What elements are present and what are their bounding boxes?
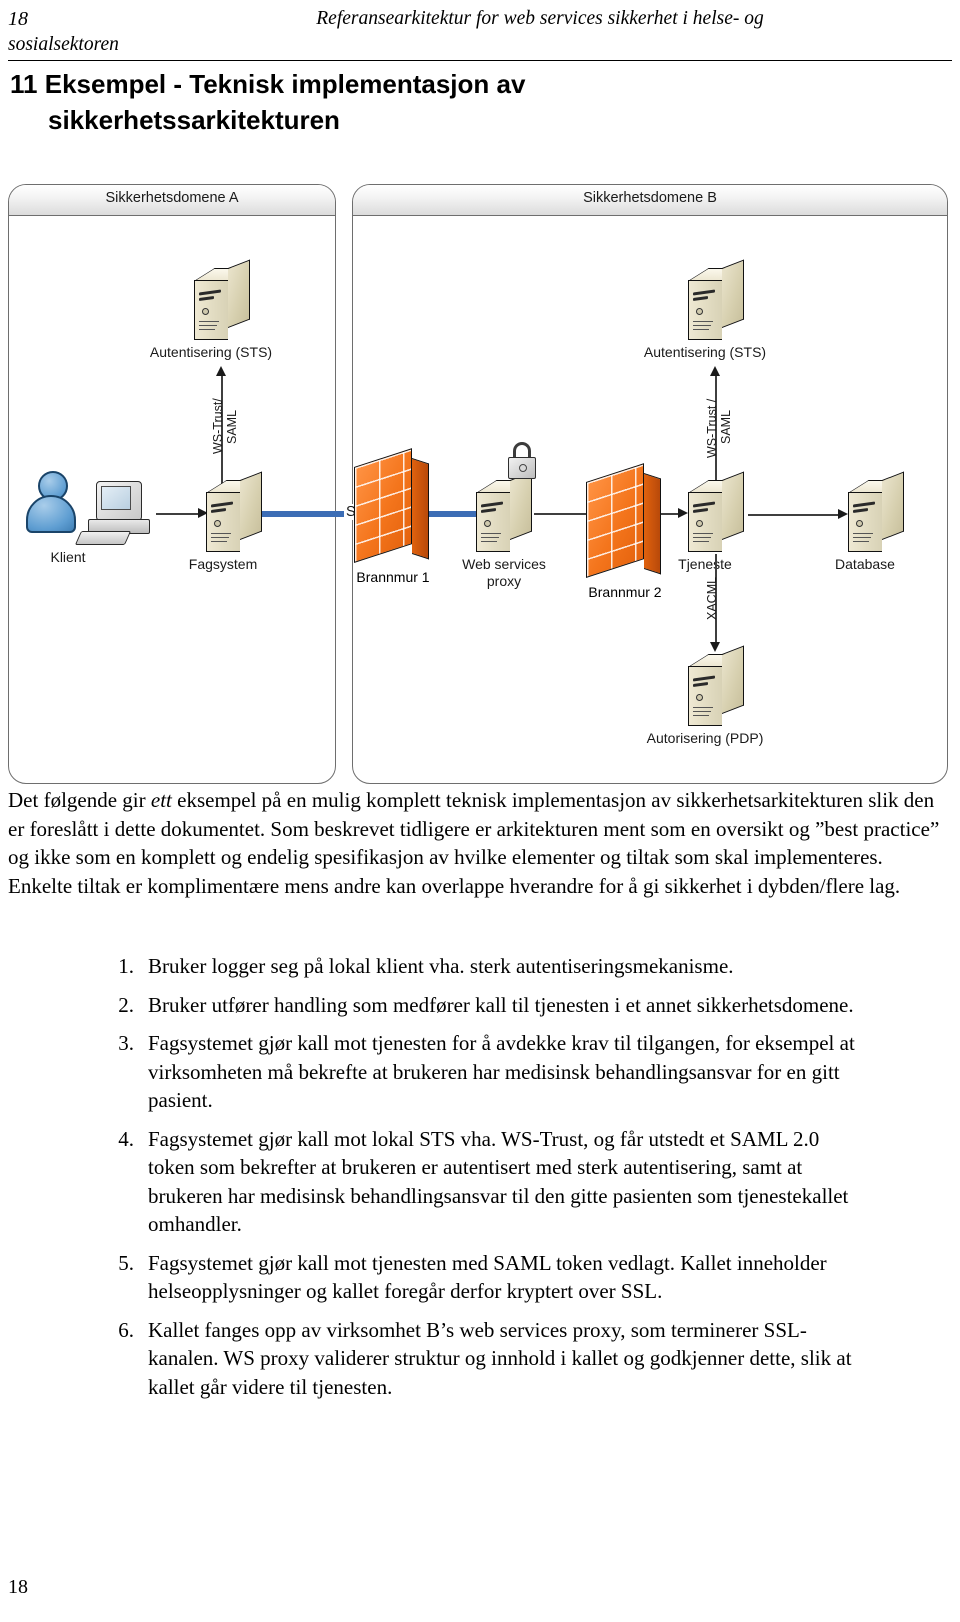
node-klient: Klient bbox=[50, 481, 156, 565]
chapter-title-line1: Eksempel - Teknisk implementasjon av bbox=[44, 69, 526, 99]
architecture-diagram: Sikkerhetsdomene A Sikkerhetsdomene B Au… bbox=[8, 184, 948, 784]
arrow-up-icon bbox=[710, 366, 720, 376]
user-person-icon bbox=[26, 471, 76, 533]
node-brannmur-2: Brannmur 2 bbox=[586, 463, 664, 600]
node-fagsystem: Fagsystem bbox=[189, 471, 262, 572]
list-item: 1. Bruker logger seg på lokal klient vha… bbox=[100, 952, 860, 981]
list-item-number: 6. bbox=[118, 1317, 134, 1342]
arrow-right-icon bbox=[678, 508, 688, 518]
list-item-number: 1. bbox=[118, 954, 134, 978]
server-icon bbox=[206, 471, 262, 552]
node-label: Web services bbox=[462, 556, 546, 572]
server-icon bbox=[688, 645, 744, 726]
header-document-title-line2: sosialsektoren bbox=[8, 34, 119, 55]
arrow-up-icon bbox=[216, 366, 226, 376]
firewall-icon bbox=[586, 463, 664, 582]
footer-page-number: 18 bbox=[8, 1576, 28, 1598]
node-database: Database bbox=[835, 471, 904, 572]
server-icon bbox=[688, 259, 744, 340]
domain-b-title: Sikkerhetsdomene B bbox=[583, 190, 717, 206]
list-item: 3. Fagsystemet gjør kall mot tjenesten f… bbox=[100, 1029, 860, 1115]
node-label: Brannmur 2 bbox=[588, 584, 662, 600]
chapter-title-line2: sikkerhetssarkitekturen bbox=[48, 105, 340, 135]
connector-tjeneste-to-database bbox=[748, 514, 840, 516]
connector-label-ws-trust-saml-b-line2: SAML bbox=[719, 409, 733, 444]
node-brannmur-1: Brannmur 1 bbox=[354, 448, 432, 585]
node-klient-person bbox=[26, 471, 76, 533]
list-item-text: Fagsystemet gjør kall mot lokal STS vha.… bbox=[148, 1126, 849, 1237]
database-server-icon bbox=[848, 471, 904, 552]
list-item: 2. Bruker utfører handling som medfører … bbox=[100, 991, 860, 1020]
node-label: Database bbox=[835, 556, 895, 572]
node-autorisering-pdp: Autorisering (PDP) bbox=[647, 645, 763, 746]
connector-klient-to-fagsystem bbox=[156, 513, 200, 515]
list-item-number: 4. bbox=[118, 1126, 134, 1151]
firewall-icon bbox=[354, 448, 432, 567]
node-autentisering-sts-b: Autentisering (STS) bbox=[644, 259, 766, 360]
connector-label-xacml: XACML bbox=[705, 576, 719, 620]
list-item-number: 5. bbox=[118, 1250, 134, 1275]
domain-a-title: Sikkerhetsdomene A bbox=[105, 190, 239, 206]
server-icon bbox=[194, 259, 250, 340]
paragraph-emphasis: ett bbox=[150, 788, 172, 812]
header-divider-rule bbox=[8, 60, 952, 61]
page-header: 18 Referansearkitektur for web services … bbox=[8, 6, 952, 62]
node-label: Autentisering (STS) bbox=[643, 344, 767, 360]
paragraph-part-1: Det følgende gir bbox=[8, 788, 151, 812]
list-item-text: Fagsystemet gjør kall mot tjenesten for … bbox=[148, 1031, 855, 1112]
desktop-computer-icon bbox=[74, 481, 156, 547]
server-icon bbox=[688, 471, 744, 552]
chapter-number: 11 bbox=[10, 69, 38, 99]
node-tjeneste: Tjeneste bbox=[678, 471, 744, 572]
list-item-text: Bruker logger seg på lokal klient vha. s… bbox=[148, 954, 734, 978]
header-document-title-line1: Referansearkitektur for web services sik… bbox=[316, 8, 764, 29]
list-item: 5. Fagsystemet gjør kall mot tjenesten m… bbox=[100, 1249, 860, 1306]
node-label: Autorisering (PDP) bbox=[646, 730, 764, 746]
node-label: Klient bbox=[50, 549, 86, 565]
arrow-right-icon bbox=[838, 509, 848, 519]
header-page-number: 18 bbox=[8, 8, 28, 30]
list-item-number: 3. bbox=[118, 1031, 134, 1055]
page-title: 11 Eksempel - Teknisk implementasjon av … bbox=[10, 66, 710, 138]
arrow-down-icon bbox=[710, 642, 720, 652]
intro-paragraph: Det følgende gir ett eksempel på en muli… bbox=[8, 786, 952, 900]
list-item-text: Fagsystemet gjør kall mot tjenesten med … bbox=[148, 1250, 827, 1304]
list-item: 4. Fagsystemet gjør kall mot lokal STS v… bbox=[100, 1125, 860, 1239]
steps-list: 1. Bruker logger seg på lokal klient vha… bbox=[100, 952, 860, 1411]
list-item-number: 2. bbox=[118, 992, 134, 1017]
node-web-services-proxy: Web services proxy bbox=[462, 471, 546, 589]
connector-label-ws-trust-saml-a-line2: SAML bbox=[225, 409, 239, 444]
node-proxy-padlock bbox=[506, 442, 538, 480]
server-icon bbox=[476, 471, 532, 552]
list-item-text: Kallet fanges opp av virksomhet B’s web … bbox=[148, 1317, 852, 1399]
connector-label-ws-trust-saml-a-line1: WS-Trust/ bbox=[211, 398, 225, 454]
connector-label-ws-trust-saml-b-line1: WS-Trust / bbox=[705, 398, 719, 458]
lock-icon bbox=[506, 442, 538, 480]
node-label-line2: proxy bbox=[486, 573, 522, 589]
node-autentisering-sts-a: Autentisering (STS) bbox=[150, 259, 272, 360]
node-label: Fagsystem bbox=[188, 556, 258, 572]
node-label: Tjeneste bbox=[678, 556, 732, 572]
node-label: Autentisering (STS) bbox=[149, 344, 273, 360]
list-item-text: Bruker utfører handling som medfører kal… bbox=[148, 992, 854, 1017]
list-item: 6. Kallet fanges opp av virksomhet B’s w… bbox=[100, 1316, 860, 1402]
node-label: Brannmur 1 bbox=[356, 569, 430, 585]
